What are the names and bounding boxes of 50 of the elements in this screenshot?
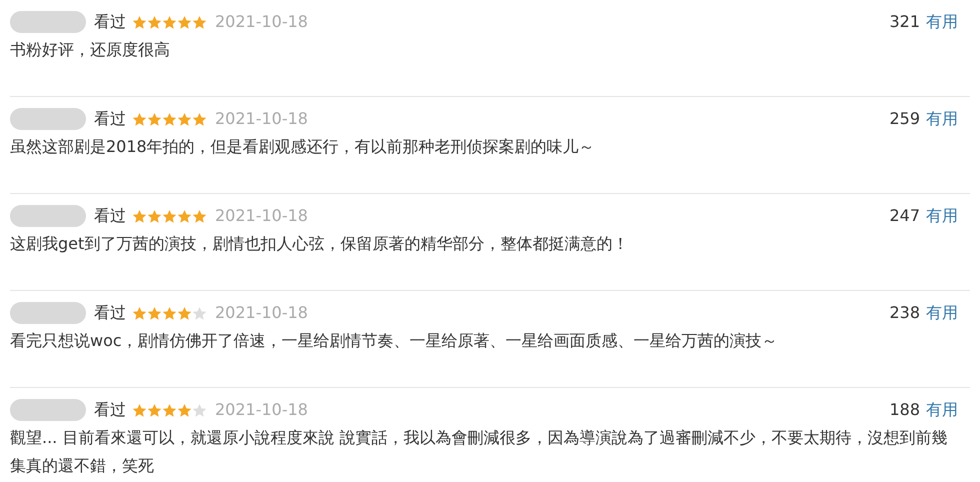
review-date: 2021-10-18 bbox=[215, 205, 308, 227]
useful-link[interactable]: 有用 bbox=[926, 301, 958, 325]
vote-count: 247 bbox=[889, 205, 920, 227]
useful-link[interactable]: 有用 bbox=[926, 204, 958, 228]
review-text: 看完只想说woc，剧情仿佛开了倍速，一星给剧情节奏、一星给原著、一星给画面质感、一星给万茜的演技～ bbox=[10, 330, 779, 352]
watch-status: 看过 bbox=[94, 399, 126, 421]
review-text: 虽然这部剧是2018年拍的，但是看剧观感还行，有以前那种老刑侦探案剧的味儿～ bbox=[10, 136, 596, 158]
star-icon bbox=[132, 112, 147, 126]
star-icon bbox=[147, 14, 162, 30]
review-text: 书粉好评，还原度很高 bbox=[10, 39, 171, 61]
review-date: 2021-10-18 bbox=[215, 108, 308, 130]
star-icon bbox=[162, 14, 177, 30]
star-icon bbox=[162, 112, 177, 126]
star-icon bbox=[192, 306, 207, 320]
vote-count: 259 bbox=[889, 108, 920, 130]
star-icon bbox=[132, 402, 147, 418]
star-icon bbox=[192, 14, 207, 30]
review-text: 这剧我get到了万茜的演技，剧情也扣人心弦，保留原著的精华部分，整体都挺满意的！ bbox=[10, 233, 630, 255]
star-icon bbox=[147, 208, 162, 224]
star-icon bbox=[177, 208, 192, 224]
watch-status: 看过 bbox=[94, 108, 126, 130]
useful-link[interactable]: 有用 bbox=[926, 107, 958, 131]
star-icon bbox=[132, 14, 147, 30]
review-date: 2021-10-18 bbox=[215, 399, 308, 421]
useful-link[interactable]: 有用 bbox=[926, 10, 958, 34]
star-icon bbox=[162, 402, 177, 418]
star-icon bbox=[177, 306, 192, 320]
star-icon bbox=[132, 208, 147, 224]
star-icon bbox=[177, 402, 192, 418]
star-icon bbox=[177, 14, 192, 30]
star-icon bbox=[147, 306, 162, 320]
watch-status: 看过 bbox=[94, 302, 126, 324]
star-icon bbox=[147, 112, 162, 126]
star-icon bbox=[192, 402, 207, 418]
vote-count: 321 bbox=[889, 11, 920, 33]
star-icon bbox=[192, 208, 207, 224]
vote-count: 188 bbox=[889, 399, 920, 421]
review-text: 觀望... 目前看來還可以，就還原小說程度來說 說實話，我以為會刪減很多，因為導演說為了過審刪減不少，不要太期待，沒想到前幾集真的還不錯，笑死 bbox=[10, 427, 948, 477]
review-date: 2021-10-18 bbox=[215, 302, 308, 324]
star-icon bbox=[162, 306, 177, 320]
star-icon bbox=[162, 208, 177, 224]
vote-count: 238 bbox=[889, 302, 920, 324]
star-icon bbox=[177, 112, 192, 126]
star-icon bbox=[147, 402, 162, 418]
review-date: 2021-10-18 bbox=[215, 11, 308, 33]
star-icon bbox=[192, 112, 207, 126]
watch-status: 看过 bbox=[94, 205, 126, 227]
useful-link[interactable]: 有用 bbox=[926, 398, 958, 422]
watch-status: 看过 bbox=[94, 11, 126, 33]
star-icon bbox=[132, 306, 147, 320]
